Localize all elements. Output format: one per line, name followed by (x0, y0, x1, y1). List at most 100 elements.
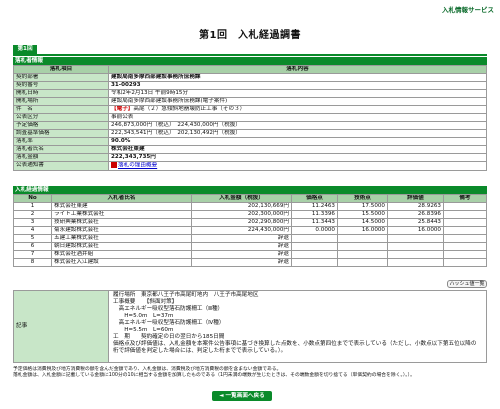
bid-price (291, 258, 338, 267)
info-value: 31-00293 (108, 81, 487, 90)
bid-amount: 辞退 (191, 242, 292, 251)
table-row: 1 株式会社東建 202,130,669円 11.2463 17.5000 28.9263 (13, 202, 487, 211)
info-label: 落札者氏名 (13, 145, 109, 154)
bid-name: 五建工業株式会社 (51, 234, 192, 243)
bid-price: 11.2463 (291, 202, 338, 211)
service-link[interactable]: 入札情報サービス (442, 4, 494, 14)
info-value: 222,343,735円 (108, 153, 487, 162)
info-label: 公表通知書 (13, 161, 109, 171)
bid-amount: 辞退 (191, 258, 292, 267)
bid-eval: 26.8396 (387, 210, 444, 219)
bid-tech: 16.0000 (337, 226, 388, 235)
table-row: 6 朝日建設株式会社 辞退 (13, 242, 487, 251)
info-value-text: 31-00293 (111, 82, 141, 89)
table-row: 4 菊永建設株式会社 224,430,000円 0.0000 16.0000 16.000… (13, 226, 487, 235)
page-title: 第1回 入札経過調書 (199, 30, 301, 41)
info-value: 建設局南多摩西部建設事務所庶務課 (108, 73, 487, 82)
info-value-text: 令和2年2月13日 午前9時15分 (111, 90, 189, 97)
bids-col-header: No (13, 194, 52, 203)
bid-no: 1 (13, 202, 52, 211)
info-value: 90.0% (108, 137, 487, 146)
bid-note (443, 250, 487, 259)
info-value-text: 建設局南多摩西部建設事務所庶務課 (111, 74, 201, 81)
info-value: 事前公表 (108, 113, 487, 122)
col-header-content: 落札内容 (108, 65, 487, 74)
col-header-item: 落札項目 (13, 65, 109, 74)
bid-name: 朝日建設株式会社 (51, 242, 192, 251)
info-value: 落札の理由概要 (108, 161, 487, 171)
bid-tech: 15.5000 (337, 210, 388, 219)
remarks-table: 記事 履行場所 東京都八王子市高尾町地内 八王子市高尾地区 工事概要 【斜面対策… (13, 290, 487, 363)
bid-amount: 辞退 (191, 234, 292, 243)
bid-amount: 202,300,000円 (191, 210, 292, 219)
bid-eval (387, 242, 444, 251)
bid-eval: 25.8443 (387, 218, 444, 227)
bid-eval: 28.9263 (387, 202, 444, 211)
footnote: 落札金額は、入札金額に記載している金額に100分の10に相当する金額を加算したも… (13, 373, 415, 379)
info-label: 落札金額 (13, 153, 109, 162)
notice-link[interactable]: 落札の理由概要 (118, 163, 157, 169)
bid-name: 株式会社入江建設 (51, 258, 192, 267)
back-to-list-button[interactable]: ◄ 一覧画面へ戻る (212, 391, 272, 401)
info-value-text: 株式会社東建 (111, 146, 145, 153)
bid-price (291, 250, 338, 259)
bid-name: 菊永建設株式会社 (51, 226, 192, 235)
table-row: 3 技研興業株式会社 202,290,800円 11.3443 14.5000 25.84… (13, 218, 487, 227)
bids-table: No 入札者氏名 入札金額（税抜） 価格点 技術点 評価値 備考 1 株式会社東建 202,13… (13, 194, 487, 267)
bids-col-header: 入札者氏名 (51, 194, 192, 203)
bid-note (443, 202, 487, 211)
info-label: 公表区分 (13, 113, 109, 122)
winner-info-table: 落札項目 落札内容 契約部署 建設局南多摩西部建設事務所庶務課 契約番号 31-002… (13, 65, 487, 171)
bid-no: 6 (13, 242, 52, 251)
hash-list-button[interactable]: ハッシュ値一覧 (447, 280, 487, 288)
info-value-text: 222,343,735円 (111, 154, 156, 161)
footnotes: 予定価格は消費税及び地方消費税の額を含んだ金額であり、入札金額は、消費税及び地方… (13, 367, 493, 379)
info-value-text: 246,873,000円（税込） 224,430,000円（税抜） (111, 122, 241, 129)
bid-name: 技研興業株式会社 (51, 218, 192, 227)
info-value-text: 222,343,541円（税込） 202,130,492円（税抜） (111, 130, 241, 137)
bid-no: 8 (13, 258, 52, 267)
bid-no: 3 (13, 218, 52, 227)
bid-price: 11.3396 (291, 210, 338, 219)
bid-eval (387, 234, 444, 243)
bid-amount: 202,130,669円 (191, 202, 292, 211)
bid-note (443, 234, 487, 243)
table-row: 5 五建工業株式会社 辞退 (13, 234, 487, 243)
info-row: 件 名【電子】高尾（２）急傾斜地崩壊防止工事（その３） (13, 105, 487, 114)
table-row: 2 ライト工業株式会社 202,300,000円 11.3396 15.5000 26.8… (13, 210, 487, 219)
winner-section-header: 落札者情報 (13, 57, 487, 65)
bid-no: 2 (13, 210, 52, 219)
info-value: 株式会社東建 (108, 145, 487, 154)
table-row: 8 株式会社入江建設 辞退 (13, 258, 487, 267)
info-value: 222,343,541円（税込） 202,130,492円（税抜） (108, 129, 487, 138)
bid-tech (337, 258, 388, 267)
info-label: 落札率 (13, 137, 109, 146)
bids-section-header: 入札経過情報 (13, 186, 487, 194)
bid-note (443, 226, 487, 235)
info-label: 調査基準価格 (13, 129, 109, 138)
info-row: 落札金額 222,343,735円 (13, 153, 487, 162)
info-row: 予定価格 246,873,000円（税込） 224,430,000円（税抜） (13, 121, 487, 130)
bid-eval: 16.0000 (387, 226, 444, 235)
bid-amount: 202,290,800円 (191, 218, 292, 227)
bid-tech: 17.5000 (337, 202, 388, 211)
info-row: 調査基準価格 222,343,541円（税込） 202,130,492円（税抜） (13, 129, 487, 138)
electronic-tag: 【電子】 (111, 106, 134, 113)
pdf-icon[interactable] (111, 162, 117, 168)
info-value-text: 事前公表 (111, 114, 134, 121)
bid-tech (337, 250, 388, 259)
info-row: 落札率 90.0% (13, 137, 487, 146)
tab-round-1[interactable]: 第1回 (13, 45, 37, 54)
remarks-cell: 履行場所 東京都八王子市高尾町地内 八王子市高尾地区 工事概要 【斜面対策】 高… (108, 290, 487, 363)
bid-price (291, 234, 338, 243)
remarks-label: 記事 (13, 290, 109, 363)
info-label: 契約番号 (13, 81, 109, 90)
bid-amount: 辞退 (191, 250, 292, 259)
bid-note (443, 218, 487, 227)
info-row: 契約部署 建設局南多摩西部建設事務所庶務課 (13, 73, 487, 82)
bid-name: 株式会社酒井組 (51, 250, 192, 259)
bid-tech (337, 234, 388, 243)
bid-note (443, 242, 487, 251)
info-row: 契約番号 31-00293 (13, 81, 487, 90)
info-value: 【電子】高尾（２）急傾斜地崩壊防止工事（その３） (108, 105, 487, 114)
